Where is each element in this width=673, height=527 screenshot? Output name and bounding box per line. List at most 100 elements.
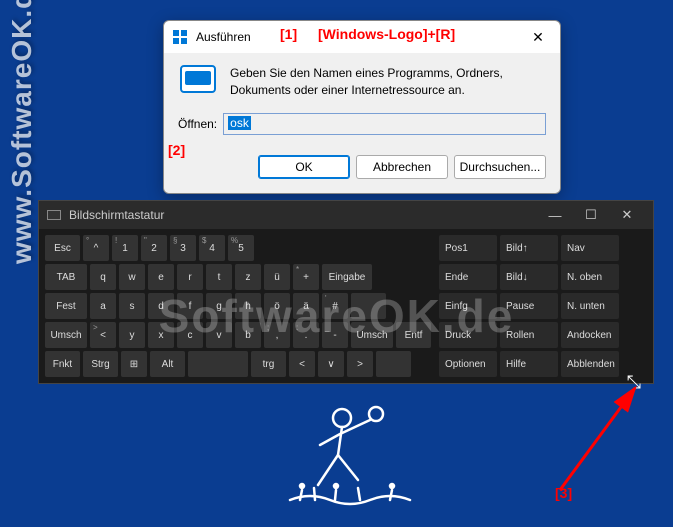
cancel-button[interactable]: Abbrechen: [356, 155, 448, 179]
osk-title: Bildschirmtastatur: [69, 208, 537, 222]
keyboard-main: Esc^°1!2"3§4$5% TABqwertzü+*Eingabe Festas…: [45, 235, 431, 377]
run-description: Geben Sie den Namen eines Programms, Ord…: [230, 65, 546, 99]
key[interactable]: f: [177, 293, 203, 319]
key[interactable]: w: [119, 264, 145, 290]
key[interactable]: z: [235, 264, 261, 290]
key[interactable]: Einfg: [439, 293, 497, 319]
keyboard-row: Esc^°1!2"3§4$5%: [45, 235, 431, 261]
key[interactable]: h: [235, 293, 261, 319]
key[interactable]: r: [177, 264, 203, 290]
key[interactable]: trg: [251, 351, 286, 377]
doodle-figure: [280, 400, 440, 520]
run-input-value: osk: [228, 116, 251, 130]
key[interactable]: ä: [293, 293, 319, 319]
run-dialog: Ausführen ✕ Geben Sie den Namen eines Pr…: [163, 20, 561, 194]
key[interactable]: #': [322, 293, 348, 319]
key[interactable]: Eingabe: [322, 264, 372, 290]
key[interactable]: d: [148, 293, 174, 319]
osk-titlebar: Bildschirmtastatur — ☐ ✕: [39, 201, 653, 229]
key[interactable]: 4$: [199, 235, 225, 261]
key[interactable]: N. unten: [561, 293, 619, 319]
annotation-3: [3]: [555, 485, 572, 501]
key[interactable]: Bild↑: [500, 235, 558, 261]
run-window-icon: [172, 29, 188, 45]
key[interactable]: Bild↓: [500, 264, 558, 290]
key[interactable]: ,;: [264, 322, 290, 348]
key[interactable]: y: [119, 322, 145, 348]
key[interactable]: -_: [322, 322, 348, 348]
run-body: Geben Sie den Namen eines Programms, Ord…: [164, 53, 560, 109]
key[interactable]: g: [206, 293, 232, 319]
watermark-side: www.SoftwareOK.de :-): [6, 0, 38, 264]
keyboard-row: FnktStrg⊞Alt trg<∨>: [45, 351, 431, 377]
key[interactable]: TAB: [45, 264, 87, 290]
key[interactable]: Druck: [439, 322, 497, 348]
run-input-row: Öffnen: osk: [164, 109, 560, 145]
keyboard-row: Umsch<>yxcvb,;.:-_UmschEntf: [45, 322, 431, 348]
key[interactable]: ⊞: [121, 351, 147, 377]
key[interactable]: Fnkt: [45, 351, 80, 377]
annotation-1: [1]: [280, 26, 297, 42]
key[interactable]: Fest: [45, 293, 87, 319]
key[interactable]: q: [90, 264, 116, 290]
key[interactable]: Pause: [500, 293, 558, 319]
key[interactable]: Umsch: [45, 322, 87, 348]
browse-button[interactable]: Durchsuchen...: [454, 155, 546, 179]
annotation-2: [2]: [168, 142, 185, 158]
key[interactable]: [188, 351, 248, 377]
maximize-icon[interactable]: ☐: [573, 204, 609, 226]
key[interactable]: x: [148, 322, 174, 348]
key[interactable]: [351, 293, 386, 319]
annotation-arrow: [430, 380, 650, 500]
key[interactable]: Ende: [439, 264, 497, 290]
key[interactable]: Alt: [150, 351, 185, 377]
run-buttons: OK Abbrechen Durchsuchen...: [164, 145, 560, 193]
run-app-icon: [178, 65, 218, 93]
key[interactable]: <>: [90, 322, 116, 348]
key[interactable]: [376, 351, 411, 377]
key[interactable]: ∨: [318, 351, 344, 377]
key[interactable]: t: [206, 264, 232, 290]
ok-button[interactable]: OK: [258, 155, 350, 179]
key[interactable]: Andocken: [561, 322, 619, 348]
close-icon[interactable]: ✕: [609, 204, 645, 226]
key[interactable]: Umsch: [351, 322, 393, 348]
key[interactable]: a: [90, 293, 116, 319]
key[interactable]: e: [148, 264, 174, 290]
key[interactable]: 2": [141, 235, 167, 261]
key[interactable]: Entf: [396, 322, 431, 348]
keyboard-icon: [47, 210, 61, 220]
minimize-icon[interactable]: —: [537, 204, 573, 226]
key[interactable]: v: [206, 322, 232, 348]
key[interactable]: s: [119, 293, 145, 319]
key[interactable]: +*: [293, 264, 319, 290]
key[interactable]: Optionen: [439, 351, 497, 377]
keyboard-side-row: DruckRollenAndocken: [439, 322, 619, 348]
key[interactable]: Rollen: [500, 322, 558, 348]
key[interactable]: ü: [264, 264, 290, 290]
key[interactable]: ^°: [83, 235, 109, 261]
osk-window: Bildschirmtastatur — ☐ ✕ Esc^°1!2"3§4$5%…: [38, 200, 654, 384]
key[interactable]: .:: [293, 322, 319, 348]
key[interactable]: Nav: [561, 235, 619, 261]
key[interactable]: 5%: [228, 235, 254, 261]
keyboard-side-row: OptionenHilfeAbblenden: [439, 351, 619, 377]
key[interactable]: 3§: [170, 235, 196, 261]
annotation-1-text: [Windows-Logo]+[R]: [318, 26, 455, 42]
keyboard-side-row: Pos1Bild↑Nav: [439, 235, 619, 261]
key[interactable]: ö: [264, 293, 290, 319]
osk-body: Esc^°1!2"3§4$5% TABqwertzü+*Eingabe Festas…: [39, 229, 653, 383]
key[interactable]: b: [235, 322, 261, 348]
key[interactable]: Hilfe: [500, 351, 558, 377]
key[interactable]: >: [347, 351, 373, 377]
key[interactable]: Pos1: [439, 235, 497, 261]
run-input[interactable]: osk: [223, 113, 546, 135]
key[interactable]: <: [289, 351, 315, 377]
key[interactable]: c: [177, 322, 203, 348]
key[interactable]: N. oben: [561, 264, 619, 290]
key[interactable]: 1!: [112, 235, 138, 261]
key[interactable]: Esc: [45, 235, 80, 261]
close-icon[interactable]: ✕: [524, 27, 552, 47]
key[interactable]: Strg: [83, 351, 118, 377]
key[interactable]: Abblenden: [561, 351, 619, 377]
